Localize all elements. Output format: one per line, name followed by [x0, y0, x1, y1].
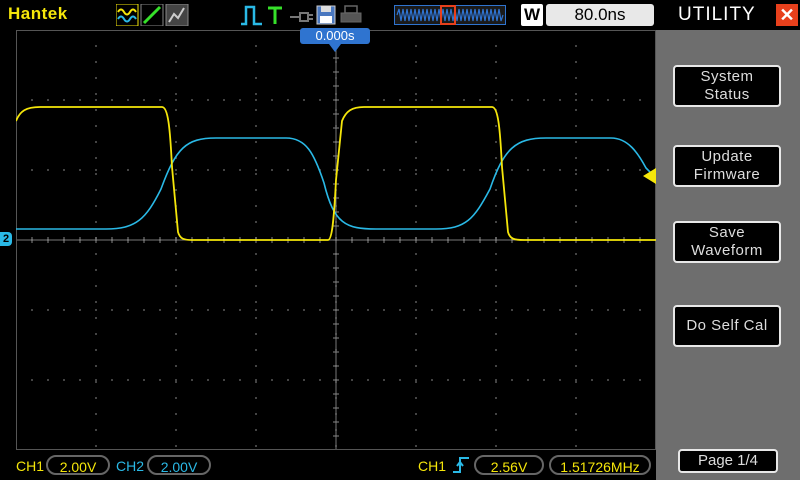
trigger-level-marker[interactable] — [643, 168, 656, 184]
button-label-line1: System — [700, 68, 754, 85]
save-waveform-button[interactable]: Save Waveform — [673, 221, 781, 263]
system-status-button[interactable]: System Status — [673, 65, 781, 107]
save-icon — [316, 5, 336, 25]
button-label-line2: Firmware — [693, 166, 761, 183]
ch2-scale[interactable]: 2.00V — [147, 455, 211, 475]
trigger-source-label: CH1 — [418, 458, 447, 474]
ch2-ground-marker[interactable]: 2 — [0, 232, 12, 246]
print-icon — [340, 5, 362, 23]
timebase-readout[interactable]: 80.0ns — [546, 4, 654, 26]
waveform-display[interactable] — [16, 30, 656, 450]
button-label-line1: Update — [701, 148, 753, 165]
display-mode-icons — [116, 4, 189, 26]
frequency-readout: 1.51726MHz — [549, 455, 651, 475]
update-firmware-button[interactable]: Update Firmware — [673, 145, 781, 187]
button-label-line2: Status — [704, 86, 750, 103]
button-label-line1: Save — [708, 224, 746, 241]
button-label-line1: Do Self Cal — [686, 317, 768, 334]
panel-title-bar: UTILITY ✕ — [656, 0, 800, 30]
trigger-icon — [268, 6, 282, 24]
probe-icon — [290, 12, 313, 22]
brand-logo: Hantek — [8, 4, 68, 23]
rising-edge-icon — [453, 457, 469, 473]
memory-w-icon: W — [521, 4, 543, 26]
ch1-label: CH1 — [16, 458, 45, 474]
memory-overview-bar — [394, 5, 506, 25]
utility-menu-panel: UTILITY ✕ System Status Update Firmware … — [656, 0, 800, 480]
ch2-label: CH2 — [116, 458, 145, 474]
do-self-cal-button[interactable]: Do Self Cal — [673, 305, 781, 347]
top-status-bar: Hantek W 80.0ns — [0, 0, 656, 30]
close-icon[interactable]: ✕ — [776, 4, 798, 26]
ch1-scale[interactable]: 2.00V — [46, 455, 110, 475]
panel-title: UTILITY — [678, 4, 756, 25]
page-indicator-button[interactable]: Page 1/4 — [678, 449, 778, 473]
button-label-line2: Waveform — [691, 242, 763, 259]
pulse-icon — [241, 5, 262, 26]
trigger-position-marker[interactable] — [329, 44, 341, 52]
bottom-status-bar: CH1 2.00V CH2 2.00V CH1 2.56V 1.51726MHz — [0, 450, 656, 480]
trigger-level[interactable]: 2.56V — [474, 455, 544, 475]
trigger-position-label: 0.000s — [300, 28, 370, 44]
